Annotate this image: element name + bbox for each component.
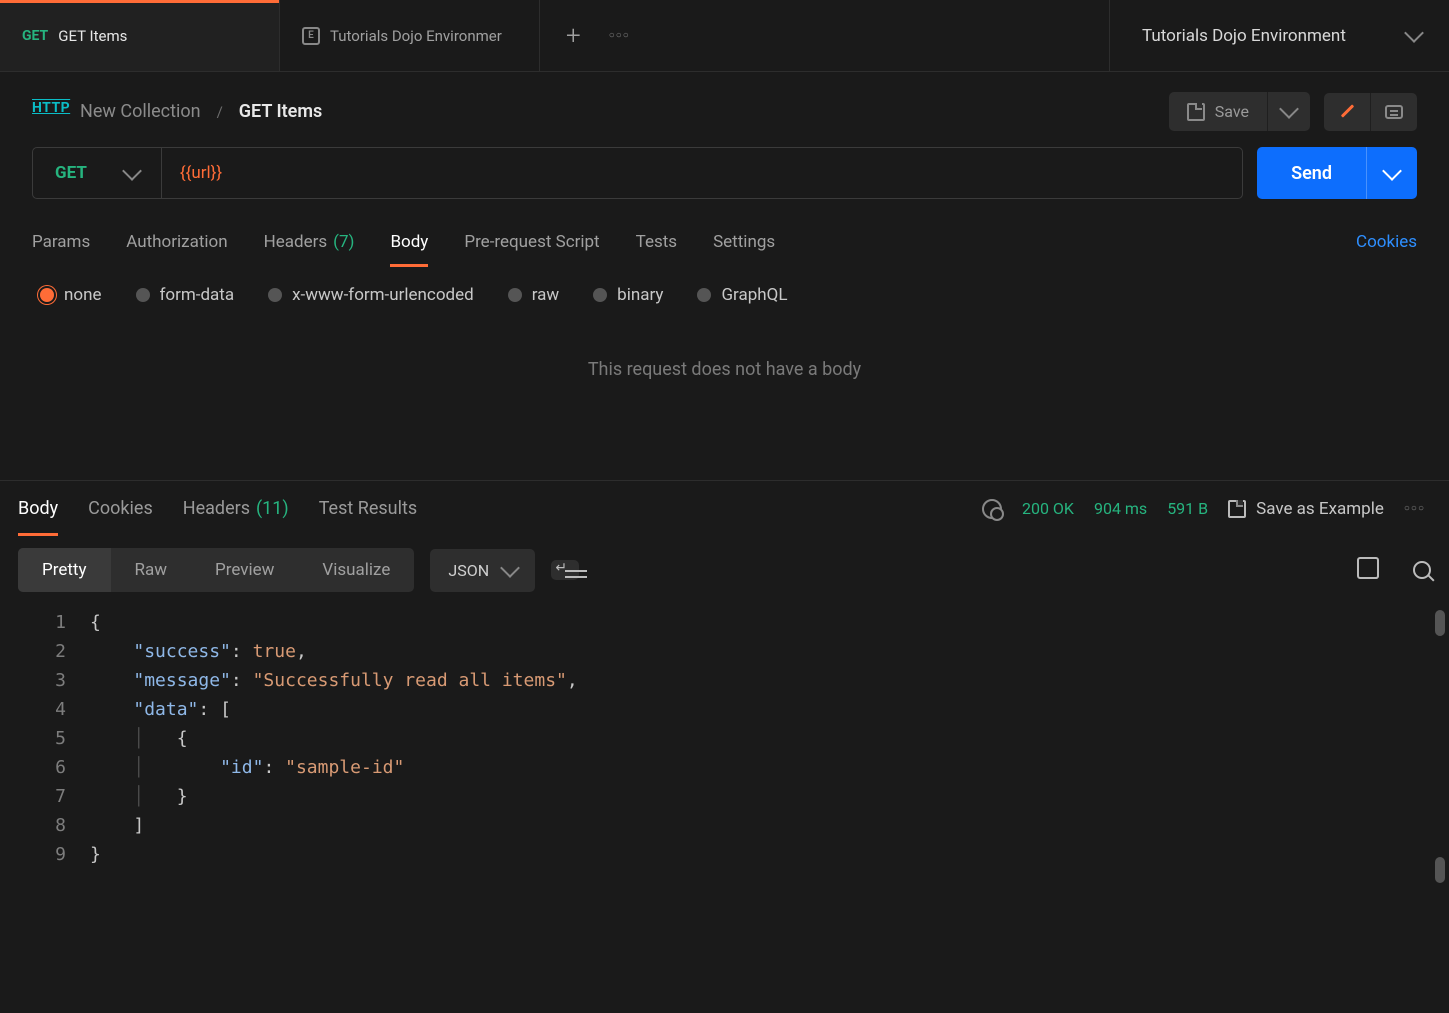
send-options-button[interactable]: [1366, 147, 1417, 199]
environment-icon: [302, 27, 320, 45]
url-value: {{url}}: [180, 163, 222, 183]
response-meta: 200 OK 904 ms 591 B Save as Example ○○○: [982, 499, 1425, 519]
save-button-group: Save: [1169, 92, 1310, 131]
tab-actions: + ○○○: [540, 0, 656, 71]
response-tab-body[interactable]: Body: [18, 481, 58, 536]
method-tag: GET: [22, 28, 48, 44]
environment-selector[interactable]: Tutorials Dojo Environment: [1109, 0, 1449, 71]
format-label: JSON: [448, 561, 489, 580]
body-type-graphql[interactable]: GraphQL: [697, 285, 787, 305]
body-type-formdata[interactable]: form-data: [136, 285, 235, 305]
breadcrumb-request[interactable]: GET Items: [239, 101, 323, 122]
send-button-group: Send: [1257, 147, 1417, 199]
send-button[interactable]: Send: [1257, 147, 1366, 199]
response-tab-test-results[interactable]: Test Results: [319, 481, 417, 536]
breadcrumb-collection[interactable]: New Collection: [80, 101, 201, 122]
response-headers-count: (11): [256, 498, 289, 519]
view-visualize[interactable]: Visualize: [298, 548, 414, 592]
chevron-down-icon: [500, 558, 520, 578]
chevron-down-icon: [1404, 23, 1424, 43]
comments-button[interactable]: [1370, 93, 1417, 131]
response-size: 591 B: [1167, 499, 1208, 518]
save-as-example-button[interactable]: Save as Example: [1228, 499, 1384, 519]
environment-name: Tutorials Dojo Environment: [1142, 26, 1346, 46]
radio-icon: [508, 288, 522, 302]
save-icon: [1228, 500, 1246, 518]
http-icon: [32, 100, 64, 124]
line-gutter: 1 2 3 4 5 6 7 8 9: [0, 608, 90, 869]
headers-count: (7): [333, 232, 354, 252]
wrap-lines-button[interactable]: [551, 560, 579, 580]
format-selector[interactable]: JSON: [430, 549, 535, 592]
search-button[interactable]: [1413, 561, 1431, 579]
tab-request[interactable]: GET GET Items: [0, 0, 280, 71]
body-type-xwww[interactable]: x-www-form-urlencoded: [268, 285, 474, 305]
response-body[interactable]: 1 2 3 4 5 6 7 8 9 { "success": true, "me…: [0, 604, 1449, 889]
top-tab-bar: GET GET Items Tutorials Dojo Environmer …: [0, 0, 1449, 72]
new-tab-button[interactable]: +: [566, 21, 581, 51]
radio-icon: [593, 288, 607, 302]
response-header: Body Cookies Headers (11) Test Results 2…: [0, 480, 1449, 536]
edit-button[interactable]: [1324, 93, 1370, 131]
tab-headers[interactable]: Headers (7): [264, 217, 355, 267]
tab-body[interactable]: Body: [390, 217, 428, 267]
tab-authorization[interactable]: Authorization: [126, 217, 227, 267]
save-example-label: Save as Example: [1256, 499, 1384, 519]
tab-settings[interactable]: Settings: [713, 217, 775, 267]
comment-icon: [1385, 105, 1403, 119]
response-tab-cookies[interactable]: Cookies: [88, 481, 153, 536]
response-tab-headers[interactable]: Headers (11): [183, 481, 289, 536]
tab-params[interactable]: Params: [32, 217, 90, 267]
response-status: 200 OK: [1022, 499, 1074, 518]
tab-environment[interactable]: Tutorials Dojo Environmer: [280, 0, 540, 71]
chevron-down-icon: [1279, 99, 1299, 119]
copy-button[interactable]: [1361, 561, 1379, 579]
view-raw[interactable]: Raw: [111, 548, 192, 592]
url-input[interactable]: {{url}}: [162, 148, 1242, 198]
scrollbar-thumb[interactable]: [1435, 610, 1445, 636]
body-type-raw[interactable]: raw: [508, 285, 559, 305]
save-options-button[interactable]: [1267, 92, 1310, 131]
chevron-down-icon: [122, 161, 142, 181]
radio-icon: [40, 288, 54, 302]
response-options-button[interactable]: ○○○: [1404, 503, 1425, 514]
view-preview[interactable]: Preview: [191, 548, 298, 592]
send-label: Send: [1291, 163, 1332, 184]
tab-tests[interactable]: Tests: [636, 217, 677, 267]
save-label: Save: [1215, 102, 1249, 121]
response-headers-label: Headers: [183, 498, 250, 519]
view-pretty[interactable]: Pretty: [18, 548, 111, 592]
radio-icon: [136, 288, 150, 302]
body-type-row: none form-data x-www-form-urlencoded raw…: [0, 267, 1449, 313]
request-tabs: Params Authorization Headers (7) Body Pr…: [0, 217, 1449, 267]
method-label: GET: [55, 163, 87, 183]
request-actions: [1324, 93, 1417, 131]
url-bar: GET {{url}}: [32, 147, 1243, 199]
url-row: GET {{url}} Send: [0, 147, 1449, 217]
radio-icon: [697, 288, 711, 302]
save-button[interactable]: Save: [1169, 92, 1267, 131]
response-toolbar: Pretty Raw Preview Visualize JSON: [0, 536, 1449, 604]
tab-label: GET Items: [58, 27, 127, 45]
body-empty-message: This request does not have a body: [0, 313, 1449, 440]
breadcrumb-row: New Collection / GET Items Save: [0, 72, 1449, 147]
method-selector[interactable]: GET: [33, 148, 162, 198]
tab-headers-label: Headers: [264, 232, 328, 252]
body-type-none[interactable]: none: [40, 285, 102, 305]
code-content: { "success": true, "message": "Successfu…: [90, 608, 1449, 869]
tab-label: Tutorials Dojo Environmer: [330, 27, 502, 45]
radio-icon: [268, 288, 282, 302]
tab-pre-request[interactable]: Pre-request Script: [464, 217, 599, 267]
chevron-down-icon: [1382, 161, 1402, 181]
tab-options-button[interactable]: ○○○: [609, 30, 630, 41]
breadcrumb-separator: /: [217, 103, 223, 121]
network-icon[interactable]: [982, 499, 1002, 519]
save-icon: [1187, 103, 1205, 121]
view-selector: Pretty Raw Preview Visualize: [18, 548, 414, 592]
cookies-link[interactable]: Cookies: [1356, 232, 1417, 252]
scrollbar-thumb[interactable]: [1435, 857, 1445, 883]
response-time: 904 ms: [1094, 499, 1147, 518]
body-type-binary[interactable]: binary: [593, 285, 663, 305]
pencil-icon: [1338, 103, 1356, 121]
